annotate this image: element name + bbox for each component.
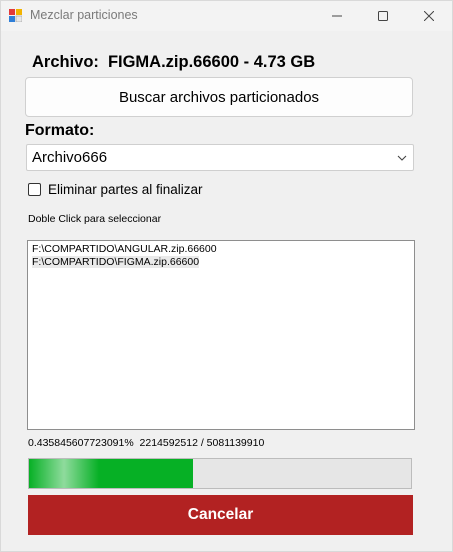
formato-select[interactable]: Archivo666 xyxy=(26,144,414,171)
archivo-value: FIGMA.zip.66600 - 4.73 GB xyxy=(107,53,316,71)
cancel-button[interactable]: Cancelar xyxy=(28,495,413,535)
progress-shine xyxy=(29,459,99,488)
formato-label: Formato: xyxy=(25,122,95,139)
main-window: Mezclar particiones Archivo: FIGMA.zip.66… xyxy=(0,0,453,552)
delete-parts-option[interactable]: Eliminar partes al finalizar xyxy=(28,182,203,197)
hint-text: Doble Click para seleccionar xyxy=(28,213,162,225)
delete-parts-label: Eliminar partes al finalizar xyxy=(48,182,203,197)
maximize-icon xyxy=(378,11,388,21)
chevron-down-icon xyxy=(397,155,407,161)
progress-text: 0.435845607723091% 2214592512 / 50811399… xyxy=(28,437,265,449)
formato-selected-value: Archivo666 xyxy=(32,149,108,166)
list-item[interactable]: F:\COMPARTIDO\FIGMA.zip.66600 xyxy=(28,256,414,269)
close-icon xyxy=(424,11,434,21)
title-bar: Mezclar particiones xyxy=(1,1,452,31)
delete-parts-checkbox[interactable] xyxy=(28,183,41,196)
app-window-icon xyxy=(9,9,23,23)
archivo-label: Archivo: xyxy=(32,53,99,71)
archivo-info: Archivo: FIGMA.zip.66600 - 4.73 GB xyxy=(32,53,315,72)
file-list[interactable]: F:\COMPARTIDO\ANGULAR.zip.66600 F:\COMPA… xyxy=(27,240,415,430)
list-item[interactable]: F:\COMPARTIDO\ANGULAR.zip.66600 xyxy=(28,243,414,256)
maximize-button[interactable] xyxy=(360,1,406,31)
close-button[interactable] xyxy=(406,1,452,31)
window-title: Mezclar particiones xyxy=(30,8,138,22)
minimize-icon xyxy=(332,15,342,17)
minimize-button[interactable] xyxy=(314,1,360,31)
progress-bar xyxy=(28,458,412,489)
browse-files-button[interactable]: Buscar archivos particionados xyxy=(25,77,413,117)
